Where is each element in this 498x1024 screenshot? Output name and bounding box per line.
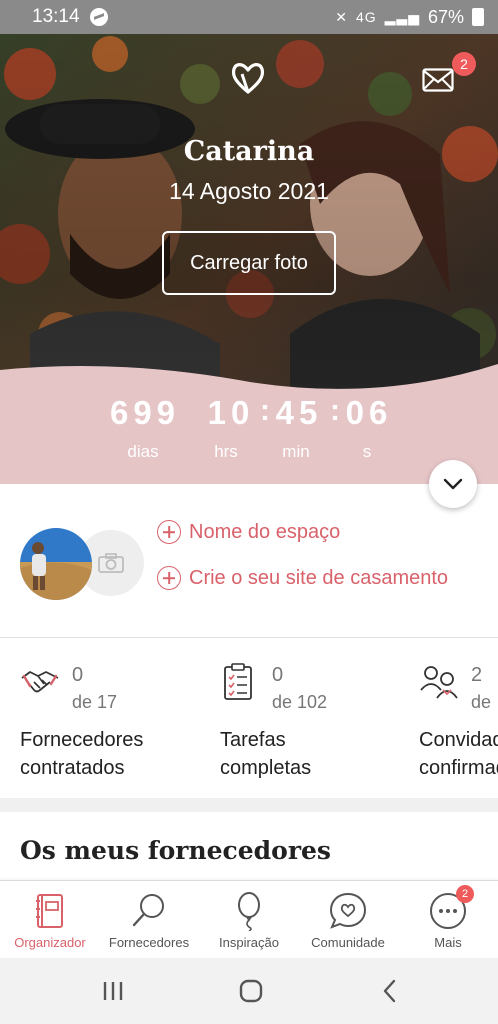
countdown-minutes-label: min: [282, 442, 310, 461]
nav-more[interactable]: 2 Mais: [398, 881, 498, 959]
vendors-label-line1: Fornecedores: [20, 729, 144, 751]
countdown-seconds-label: s: [362, 442, 372, 461]
vendors-label-line2: contratados: [20, 757, 125, 779]
tasks-label-line1: Tarefas: [220, 729, 286, 751]
guests-total: de: [471, 692, 492, 712]
guests-count: 2: [471, 664, 483, 686]
couple-name: Catarina: [183, 136, 315, 167]
mail-badge: 2: [452, 52, 476, 76]
messenger-icon: [89, 8, 108, 26]
guests-icon: [420, 666, 458, 699]
stat-guests[interactable]: 2 de Convidados confirmados: [419, 638, 498, 798]
system-nav-bar: [0, 958, 498, 1024]
nav-community-label: Comunidade: [311, 935, 385, 950]
vendors-label: Fornecedores contratados: [20, 726, 143, 782]
vendors-total: de 17: [72, 692, 118, 712]
create-wedding-site-label: Crie o seu site de casamento: [189, 566, 449, 589]
more-badge: 2: [456, 885, 474, 903]
nav-inspiration-label: Inspiração: [219, 935, 279, 950]
countdown-hours-label: hrs: [214, 442, 238, 461]
nav-organizer[interactable]: Organizador: [0, 881, 100, 959]
expand-button[interactable]: [429, 460, 477, 508]
checklist-icon: [224, 663, 252, 700]
my-vendors-title: Os meus fornecedores: [20, 836, 331, 865]
signal-icon: ▂▃▅: [384, 8, 420, 25]
countdown-minutes: 45: [275, 394, 323, 431]
nav-vendors-label: Fornecedores: [108, 935, 190, 950]
tasks-count: 0: [272, 664, 284, 686]
create-wedding-site-link[interactable]: Crie o seu site de casamento: [157, 566, 448, 590]
mail-icon[interactable]: [422, 68, 454, 92]
mute-icon: ✕: [335, 8, 348, 25]
tasks-label: Tarefas completas: [220, 726, 311, 782]
tasks-label-line2: completas: [220, 757, 312, 779]
tasks-total: de 102: [272, 692, 328, 712]
countdown-separator: :: [260, 394, 270, 427]
chat-heart-icon: [329, 892, 367, 929]
section-divider: [0, 798, 498, 812]
home-icon[interactable]: [236, 976, 266, 1006]
countdown-seconds: 06: [345, 394, 393, 431]
notebook-icon: [36, 894, 63, 928]
camera-icon: [98, 553, 124, 573]
plus-circle-icon: [157, 520, 181, 544]
guests-label-line2: confirmados: [419, 757, 498, 779]
hero-banner: 2 Catarina 14 Agosto 2021 Carregar foto …: [0, 34, 498, 484]
stat-tasks[interactable]: 0 de 102 Tarefas completas: [220, 638, 420, 798]
status-time: 13:14: [32, 6, 80, 27]
status-bar: 13:14 ✕ 4G ▂▃▅ 67%: [0, 0, 498, 34]
stats-row: 0 de 17 Fornecedores contratados 0 de 10…: [0, 638, 498, 798]
venue-name-link[interactable]: Nome do espaço: [157, 520, 340, 544]
vendors-count: 0: [72, 664, 84, 686]
heart-logo-icon: [231, 63, 265, 94]
countdown-days-label: dias: [127, 442, 159, 461]
nav-inspiration[interactable]: Inspiração: [199, 881, 299, 959]
countdown-separator: :: [330, 394, 340, 427]
search-icon: [132, 894, 164, 927]
stat-vendors[interactable]: 0 de 17 Fornecedores contratados: [20, 638, 220, 798]
profile-section: Nome do espaço Crie o seu site de casame…: [0, 484, 498, 638]
countdown-hours: 10: [207, 394, 255, 431]
avatar[interactable]: [20, 528, 92, 600]
countdown-days: 699: [109, 394, 181, 431]
handshake-icon: [21, 671, 59, 693]
nav-vendors[interactable]: Fornecedores: [99, 881, 199, 959]
nav-more-label: Mais: [434, 935, 462, 950]
guests-label: Convidados confirmados: [419, 726, 498, 782]
battery-percent: 67%: [427, 6, 464, 27]
venue-name-label: Nome do espaço: [189, 520, 341, 543]
network-type: 4G: [355, 9, 377, 25]
nav-organizer-label: Organizador: [14, 935, 86, 950]
battery-icon: [472, 8, 484, 26]
back-icon[interactable]: [376, 976, 406, 1006]
bottom-nav: Organizador Fornecedores Inspiração Comu…: [0, 880, 498, 958]
chevron-down-icon: [443, 478, 463, 490]
guests-label-line1: Convidados: [419, 729, 498, 751]
upload-photo-button[interactable]: Carregar foto: [162, 231, 336, 295]
avatar-image: [20, 528, 92, 600]
plus-circle-icon: [157, 566, 181, 590]
nav-community[interactable]: Comunidade: [298, 881, 398, 959]
recent-apps-icon[interactable]: [98, 976, 128, 1006]
wedding-date: 14 Agosto 2021: [169, 178, 329, 204]
balloon-icon: [238, 892, 260, 931]
